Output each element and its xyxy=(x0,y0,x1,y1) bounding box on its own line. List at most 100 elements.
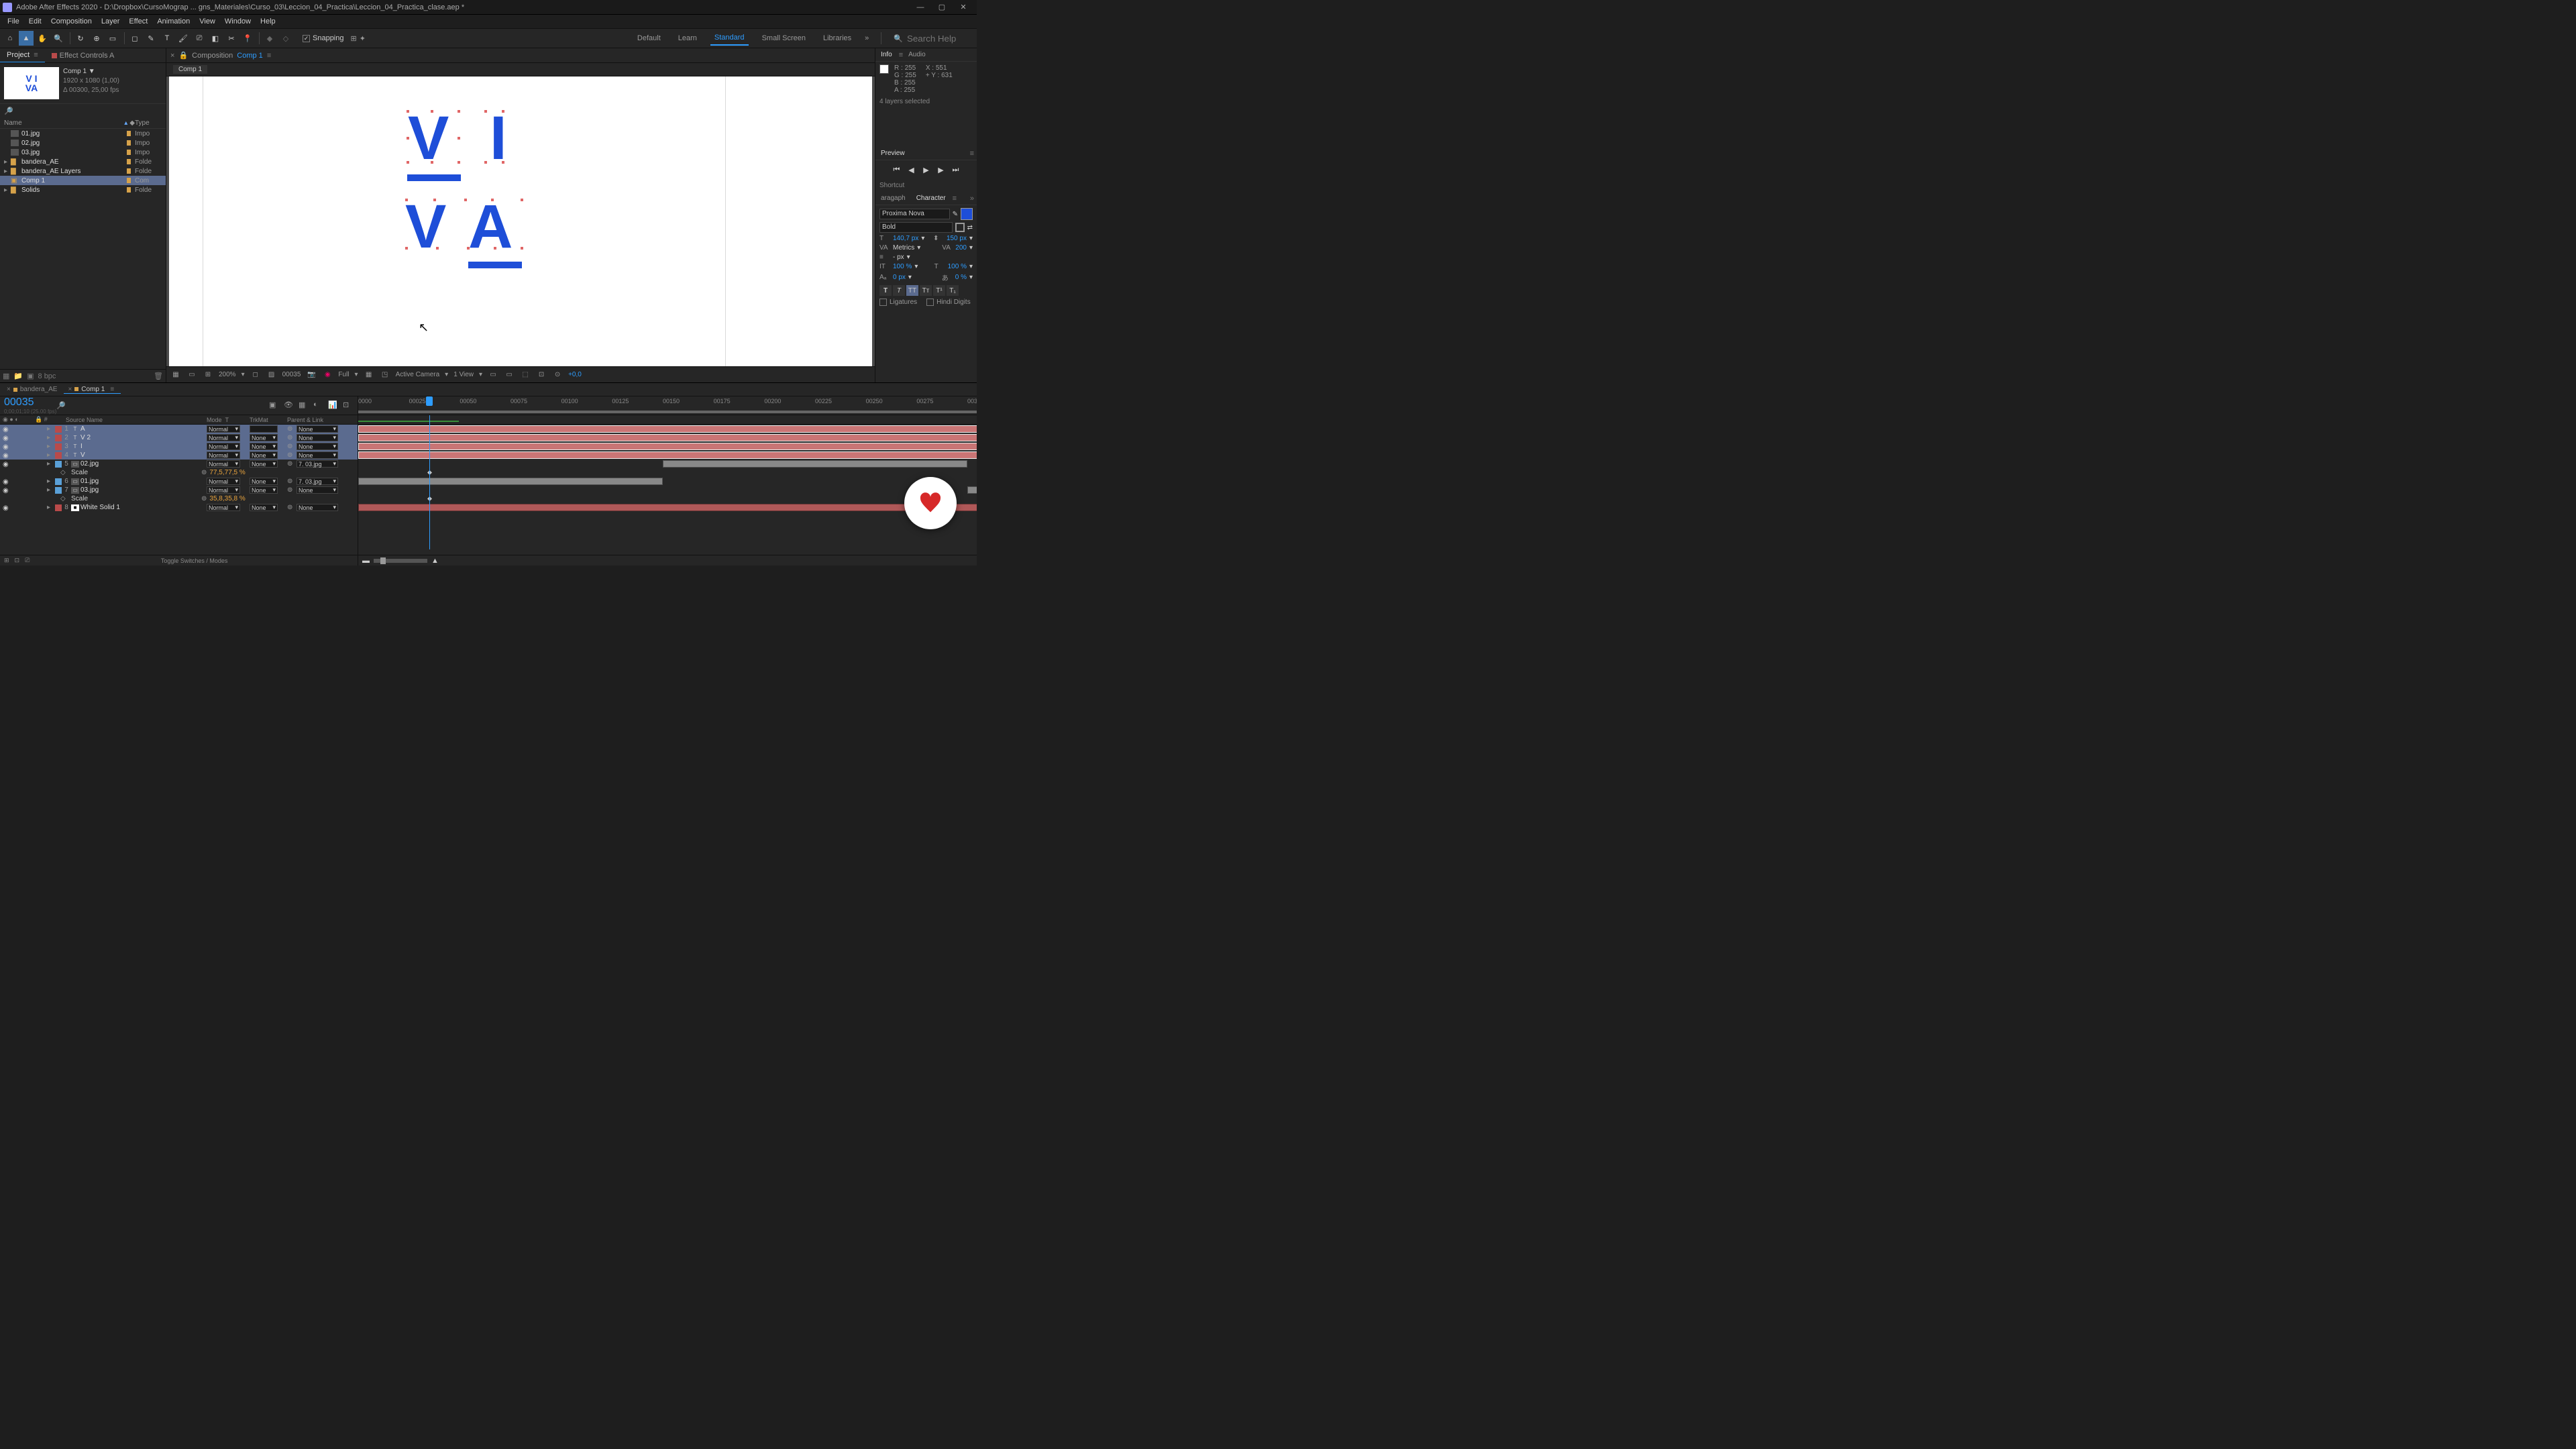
roto-tool[interactable]: ✂ xyxy=(224,31,239,46)
label-icon[interactable]: ◆ xyxy=(129,119,135,127)
leading-value[interactable]: 150 px xyxy=(947,235,967,242)
col-name[interactable]: Name xyxy=(4,119,115,127)
panel-menu-icon[interactable]: ≡ xyxy=(953,195,957,203)
timeline-layer-row[interactable]: ◉▸3TINormal▾None▾⊚None▾ xyxy=(0,442,358,451)
current-timecode[interactable]: 00035 xyxy=(4,396,48,409)
search-help[interactable]: 🔍 xyxy=(894,34,974,44)
next-frame-button[interactable]: ▶ xyxy=(936,164,947,175)
timeline-layer-row[interactable]: ◉▸2TV 2Normal▾None▾⊚None▾ xyxy=(0,433,358,442)
folder-icon[interactable]: 📁 xyxy=(13,372,23,380)
flowchart-breadcrumb[interactable]: Comp 1 xyxy=(166,63,875,76)
rect-tool[interactable]: ▭ xyxy=(105,31,120,46)
motion-blur-icon[interactable]: ◐ xyxy=(313,400,324,411)
menu-window[interactable]: Window xyxy=(220,17,256,25)
close-tab-icon[interactable]: × xyxy=(170,52,174,60)
view4-icon[interactable]: ⊡ xyxy=(536,370,547,380)
italic-button[interactable]: T xyxy=(893,285,905,296)
snap-icon-2[interactable]: ✦ xyxy=(360,34,366,43)
alpha-icon[interactable]: ▦ xyxy=(170,370,181,380)
panel-menu-icon[interactable]: ≡ xyxy=(267,52,271,60)
timeline-tab-bandera[interactable]: ×bandera_AE xyxy=(3,386,64,393)
timeline-layer-list[interactable]: ◉▸1TANormal▾⊚None▾◉▸2TV 2Normal▾None▾⊚No… xyxy=(0,425,358,555)
track-row[interactable] xyxy=(358,425,977,433)
zoom-in-icon[interactable]: ▲ xyxy=(431,557,439,565)
menu-edit[interactable]: Edit xyxy=(24,17,46,25)
composition-canvas[interactable]: V I V A xyxy=(169,76,872,366)
frame-blend-icon[interactable]: ▦ xyxy=(299,400,309,411)
clone-tool[interactable]: ⎚ xyxy=(192,31,207,46)
track-row[interactable] xyxy=(358,477,977,486)
layer-v-bottom[interactable]: V xyxy=(405,196,446,258)
snapping-toggle[interactable]: Snapping ⊞ ✦ xyxy=(303,34,366,43)
stroke-width-value[interactable]: - px xyxy=(893,254,904,261)
close-button[interactable]: ✕ xyxy=(953,1,974,14)
project-search[interactable]: 🔎 xyxy=(0,104,166,118)
selection-tool[interactable]: ▲ xyxy=(19,31,34,46)
time-ruler[interactable]: 0000000250005000075001000012500150001750… xyxy=(358,396,977,415)
project-item[interactable]: 01.jpgImpo xyxy=(0,129,166,138)
project-item[interactable]: 03.jpgImpo xyxy=(0,148,166,157)
play-button[interactable]: ▶ xyxy=(921,164,932,175)
pan-behind-tool[interactable]: ⊕ xyxy=(89,31,104,46)
project-item[interactable]: ▸▇bandera_AEFolde xyxy=(0,157,166,166)
col-type[interactable]: Type xyxy=(135,119,162,127)
view3-icon[interactable]: ⬚ xyxy=(520,370,531,380)
project-list[interactable]: 01.jpgImpo02.jpgImpo03.jpgImpo▸▇bandera_… xyxy=(0,129,166,369)
expand-icon[interactable]: ⊞ xyxy=(4,557,9,564)
mask-icon[interactable]: ▭ xyxy=(186,370,197,380)
mask-mode-2[interactable]: ◇ xyxy=(278,31,293,46)
zoom-out-icon[interactable]: ▬ xyxy=(362,557,370,565)
baseline-shift-value[interactable]: 0 px xyxy=(893,274,906,281)
workspace-smallscreen[interactable]: Small Screen xyxy=(758,32,810,45)
timeline-layer-row[interactable]: ◉▸4TVNormal▾None▾⊚None▾ xyxy=(0,451,358,460)
tab-character[interactable]: Character xyxy=(911,195,951,202)
layer-v-top[interactable]: V xyxy=(408,107,449,169)
menu-help[interactable]: Help xyxy=(256,17,280,25)
track-row[interactable] xyxy=(358,451,977,460)
panel-menu-icon[interactable]: ≡ xyxy=(110,386,114,393)
project-item[interactable]: ▣Comp 1Com xyxy=(0,176,166,185)
workspace-default[interactable]: Default xyxy=(633,32,665,45)
exposure-value[interactable]: +0,0 xyxy=(568,371,582,378)
layer-a[interactable]: A xyxy=(468,196,513,258)
render-icon[interactable]: ⎚ xyxy=(25,557,30,564)
vscale-value[interactable]: 100 % xyxy=(893,263,912,270)
minimize-button[interactable]: — xyxy=(910,1,931,14)
font-size-value[interactable]: 140,7 px xyxy=(893,235,918,242)
panel-menu-icon[interactable]: ≡ xyxy=(34,51,38,59)
grid-icon[interactable]: ⊞ xyxy=(203,370,213,380)
bpc-button[interactable]: 8 bpc xyxy=(38,372,56,380)
tsume-value[interactable]: 0 % xyxy=(955,274,967,281)
ligatures-checkbox[interactable] xyxy=(879,299,887,306)
draft-3d-icon[interactable]: ⊡ xyxy=(343,400,354,411)
font-family-dropdown[interactable]: Proxima Nova xyxy=(879,209,950,219)
graph-editor-icon[interactable]: 📊 xyxy=(328,400,339,411)
fill-color-swatch[interactable] xyxy=(961,208,973,220)
zoom-dropdown[interactable]: 200% xyxy=(219,371,236,378)
shape-tool[interactable]: ◻ xyxy=(127,31,142,46)
orbit-tool[interactable]: ↻ xyxy=(73,31,88,46)
timeline-layer-row[interactable]: ◉▸5▭02.jpgNormal▾None▾⊚7. 03.jpg▾ xyxy=(0,460,358,468)
tab-project[interactable]: Project≡ xyxy=(0,48,45,62)
views-dropdown[interactable]: 1 View xyxy=(453,371,474,378)
zoom-tool[interactable]: 🔍 xyxy=(51,31,66,46)
tab-preview[interactable]: Preview xyxy=(875,150,910,157)
superscript-button[interactable]: T¹ xyxy=(933,285,945,296)
last-frame-button[interactable]: ⏭ xyxy=(951,164,961,175)
search-input[interactable] xyxy=(907,34,974,44)
sort-icon[interactable]: ▴ xyxy=(124,119,127,127)
camera-dropdown[interactable]: Active Camera xyxy=(396,371,440,378)
trash-icon[interactable]: 🗑 xyxy=(154,372,163,380)
comp-thumbnail[interactable]: V IVA xyxy=(4,67,59,99)
snapshot-icon[interactable]: 📷 xyxy=(306,370,317,380)
workspace-standard[interactable]: Standard xyxy=(710,31,749,46)
resolution-dropdown[interactable]: Full xyxy=(338,371,349,378)
prev-frame-button[interactable]: ◀ xyxy=(906,164,917,175)
brush-tool[interactable]: 🖌 xyxy=(176,31,191,46)
transparency-icon[interactable]: ▨ xyxy=(266,370,277,380)
project-item[interactable]: ▸▇SolidsFolde xyxy=(0,185,166,195)
timeline-icon[interactable]: ◳ xyxy=(380,370,390,380)
text-tool[interactable]: T xyxy=(160,31,174,46)
bold-button[interactable]: T xyxy=(879,285,892,296)
menu-file[interactable]: File xyxy=(3,17,24,25)
